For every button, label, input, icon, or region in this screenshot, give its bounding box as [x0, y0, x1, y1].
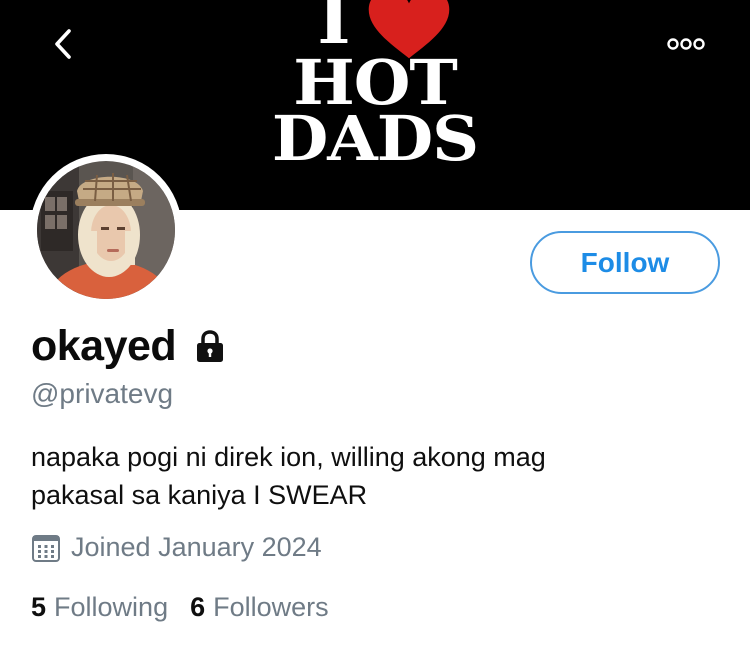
profile-handle: @privatevg — [31, 378, 174, 409]
follow-button[interactable]: Follow — [530, 231, 720, 294]
banner-artwork: I HOT DADS — [270, 0, 480, 171]
joined-date: Joined January 2024 — [71, 532, 322, 562]
joined-date-row: Joined January 2024 — [31, 532, 322, 563]
avatar-image — [37, 161, 175, 299]
chevron-left-icon[interactable] — [46, 26, 82, 62]
banner-line-dads: DADS — [271, 102, 479, 175]
calendar-icon — [32, 534, 60, 562]
followers-stat[interactable]: 6 Followers — [190, 592, 329, 623]
more-horizontal-icon[interactable] — [664, 30, 708, 58]
avatar[interactable] — [37, 161, 175, 299]
bio-line: napaka pogi ni direk ion, willing akong … — [31, 442, 546, 472]
bio-line: pakasal sa kaniya I SWEAR — [31, 480, 368, 510]
followers-count: 6 — [190, 592, 206, 622]
profile-bio: napaka pogi ni direk ion, willing akong … — [31, 438, 711, 514]
lock-icon — [197, 330, 224, 362]
profile-name-row: okayed — [31, 318, 226, 374]
following-stat[interactable]: 5 Following — [31, 592, 168, 623]
display-name: okayed — [31, 321, 177, 370]
following-label: Following — [54, 592, 169, 622]
followers-label: Followers — [213, 592, 329, 622]
following-count: 5 — [31, 592, 47, 622]
avatar-frame[interactable] — [30, 154, 182, 306]
follow-stats: 5 Following 6 Followers — [31, 592, 329, 623]
